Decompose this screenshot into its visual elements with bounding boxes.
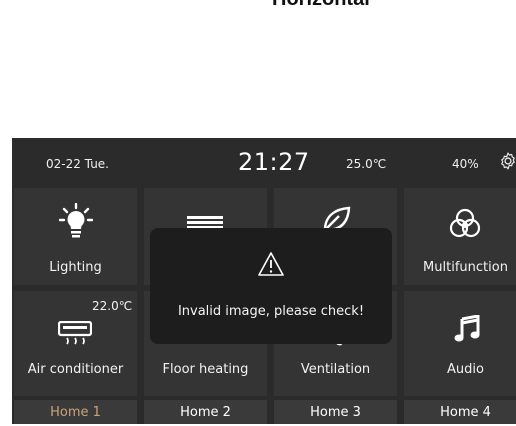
time-label: 21:27 bbox=[238, 148, 310, 176]
tile-multifunction[interactable]: Multifunction bbox=[404, 188, 516, 285]
tile-floor-heating-label: Floor heating bbox=[162, 362, 249, 377]
gear-icon[interactable] bbox=[498, 151, 516, 171]
status-bar: 02-22 Tue. 21:27 25.0℃ 40% bbox=[12, 138, 516, 186]
air-conditioner-icon bbox=[58, 321, 92, 345]
warning-icon bbox=[258, 252, 284, 276]
date-label: 02-22 Tue. bbox=[46, 157, 109, 171]
tab-home-2[interactable]: Home 2 bbox=[144, 400, 267, 424]
tile-air-conditioner[interactable]: 22.0℃ Air conditioner bbox=[14, 291, 137, 396]
tile-lighting-label: Lighting bbox=[49, 260, 102, 275]
tile-audio[interactable]: Audio bbox=[404, 291, 516, 396]
temperature-label: 25.0℃ bbox=[346, 157, 387, 171]
page-heading: Horizontal bbox=[272, 0, 370, 11]
air-conditioner-temperature: 22.0℃ bbox=[92, 299, 133, 313]
tile-lighting[interactable]: Lighting bbox=[14, 188, 137, 285]
tab-home-4[interactable]: Home 4 bbox=[404, 400, 516, 424]
tile-ventilation-label: Ventilation bbox=[300, 362, 371, 377]
error-toast: Invalid image, please check! bbox=[150, 228, 392, 344]
home-tab-bar: Home 1 Home 2 Home 3 Home 4 bbox=[12, 400, 516, 424]
tab-home-3[interactable]: Home 3 bbox=[274, 400, 397, 424]
tab-home-1[interactable]: Home 1 bbox=[14, 400, 137, 424]
tile-multifunction-label: Multifunction bbox=[423, 260, 508, 275]
tile-air-conditioner-label: Air conditioner bbox=[27, 362, 124, 377]
music-note-icon bbox=[454, 315, 480, 342]
humidity-label: 40% bbox=[452, 157, 479, 171]
rgb-circles-icon bbox=[449, 208, 481, 238]
tile-audio-label: Audio bbox=[447, 362, 484, 377]
lightbulb-icon bbox=[59, 203, 93, 238]
toast-message: Invalid image, please check! bbox=[177, 304, 365, 319]
